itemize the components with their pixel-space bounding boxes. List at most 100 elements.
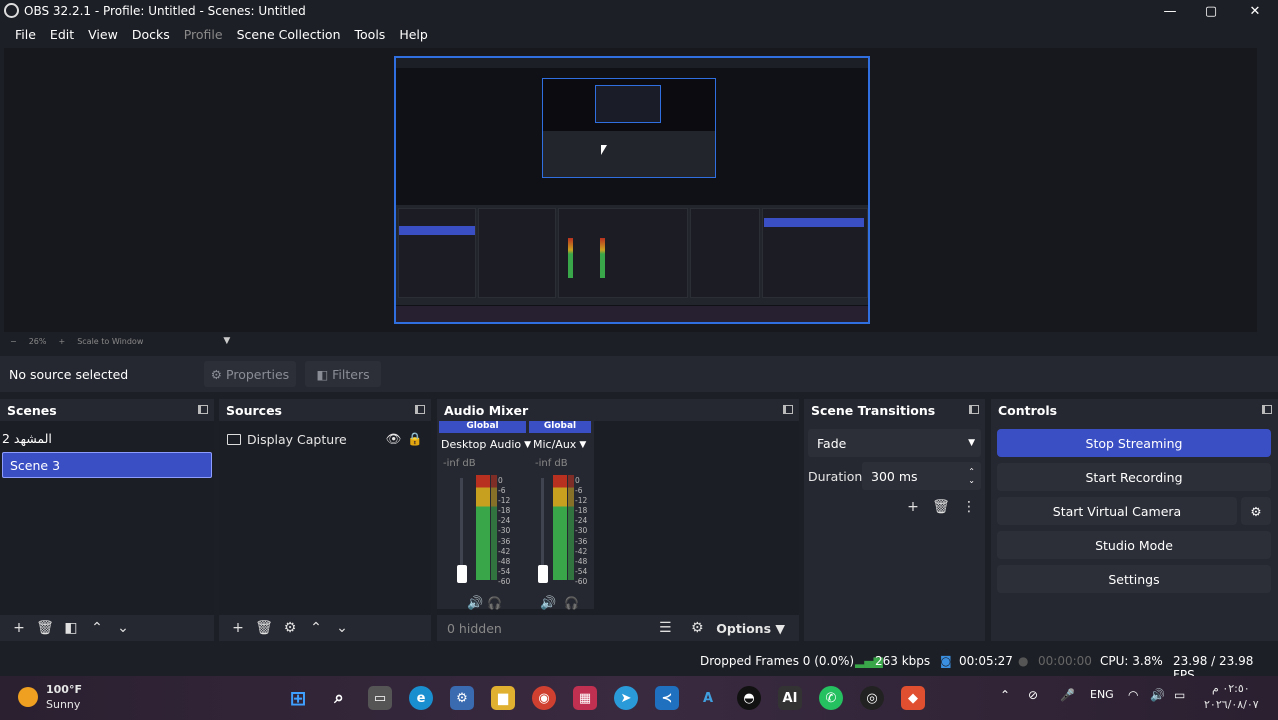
maximize-button[interactable]: ▢: [1191, 0, 1231, 22]
filter-icon[interactable]: ◧: [58, 617, 84, 639]
undock-icon[interactable]: [415, 405, 425, 414]
telegram-icon[interactable]: ➤: [614, 686, 638, 710]
filters-button[interactable]: ◧ Filters: [305, 361, 381, 387]
studio-mode-button[interactable]: Studio Mode: [997, 531, 1271, 559]
add-icon[interactable]: +: [900, 496, 926, 518]
sun-icon: [18, 687, 38, 707]
git-icon[interactable]: ◆: [901, 686, 925, 710]
weather-temp: 100°F: [46, 683, 82, 696]
mic-aux-label[interactable]: Mic/Aux ▼: [533, 438, 586, 451]
zoom-out-button[interactable]: −: [10, 337, 17, 346]
source-item[interactable]: Display Capture 👁 🔒: [227, 429, 423, 449]
undock-icon[interactable]: [969, 405, 979, 414]
clock-time[interactable]: ٠٢:٥٠ م: [1212, 682, 1250, 695]
add-icon[interactable]: +: [225, 617, 251, 639]
arduino-icon[interactable]: A: [696, 686, 720, 710]
store-icon[interactable]: ▦: [573, 686, 597, 710]
zoom-bar: − 26% + Scale to Window ▼: [4, 333, 1257, 349]
source-name: Display Capture: [247, 431, 347, 447]
desktop-audio-label[interactable]: Desktop Audio ▼: [441, 438, 531, 451]
clock-date[interactable]: ٢٠٢٦/٠٨/٠٧: [1204, 698, 1259, 711]
edge-icon[interactable]: e: [409, 686, 433, 710]
scale-dropdown-icon[interactable]: ▼: [223, 336, 230, 346]
language-indicator[interactable]: ENG: [1090, 688, 1114, 701]
whatsapp-icon[interactable]: ✆: [819, 686, 843, 710]
more-vertical-icon[interactable]: ⋮: [956, 496, 982, 518]
dropped-frames: Dropped Frames 0 (0.0%): [700, 654, 855, 668]
desktop-audio-db: -inf dB: [443, 458, 476, 469]
chevron-down-icon[interactable]: ⌄: [329, 617, 355, 639]
speaker-icon[interactable]: 🔊: [467, 596, 483, 611]
headphones-icon[interactable]: 🎧: [564, 596, 579, 610]
add-icon[interactable]: +: [6, 617, 32, 639]
controls-header: Controls: [991, 399, 1278, 421]
menu-tools[interactable]: Tools: [348, 27, 393, 42]
mic-icon[interactable]: 🎤: [1060, 688, 1075, 702]
stop-streaming-button[interactable]: Stop Streaming: [997, 429, 1271, 457]
virtual-camera-settings-button[interactable]: ⚙: [1241, 497, 1271, 525]
menu-scene-collection[interactable]: Scene Collection: [230, 27, 348, 42]
duration-spinbox[interactable]: 300 ms ⌃ ⌄: [862, 462, 981, 490]
speaker-icon[interactable]: 🔊: [540, 596, 556, 611]
ai-app-icon[interactable]: AI: [778, 686, 802, 710]
start-virtual-camera-button[interactable]: Start Virtual Camera: [997, 497, 1237, 525]
undock-icon[interactable]: [783, 405, 793, 414]
menu-docks[interactable]: Docks: [125, 27, 177, 42]
gear-icon: ⚙: [210, 366, 223, 382]
transition-type-select[interactable]: Fade ▼: [808, 429, 981, 457]
settings-button[interactable]: Settings: [997, 565, 1271, 593]
options-button[interactable]: Options ▼: [716, 621, 785, 636]
close-button[interactable]: ✕: [1235, 0, 1275, 22]
trash-icon[interactable]: 🗑: [251, 617, 277, 639]
settings-app-icon[interactable]: ⚙: [450, 686, 474, 710]
undock-icon[interactable]: [198, 405, 208, 414]
list-icon[interactable]: ☰: [652, 617, 678, 639]
vscode-icon[interactable]: ≺: [655, 686, 679, 710]
desktop-audio-meter: [476, 475, 490, 580]
trash-icon[interactable]: 🗑: [32, 617, 58, 639]
mic-aux-fader-track[interactable]: [541, 478, 544, 578]
menu-view[interactable]: View: [81, 27, 125, 42]
minimize-button[interactable]: —: [1150, 0, 1190, 22]
scale-mode[interactable]: Scale to Window: [77, 337, 143, 346]
menu-profile[interactable]: Profile: [177, 27, 230, 42]
chevron-down-icon[interactable]: ⌄: [110, 617, 136, 639]
scene-item[interactable]: المشهد 2: [2, 425, 212, 451]
volume-icon[interactable]: 🔊: [1150, 688, 1165, 702]
obs-taskbar-icon[interactable]: ◎: [860, 686, 884, 710]
menu-edit[interactable]: Edit: [43, 27, 81, 42]
wifi-icon[interactable]: ◠: [1128, 688, 1138, 702]
github-icon[interactable]: ◓: [737, 686, 761, 710]
gear-icon[interactable]: ⚙: [277, 617, 303, 639]
undock-icon[interactable]: [1262, 405, 1272, 414]
scenes-header: Scenes: [0, 399, 214, 421]
headphones-icon[interactable]: 🎧: [487, 596, 502, 610]
scene-item-selected[interactable]: Scene 3: [2, 452, 212, 478]
properties-button[interactable]: ⚙ Properties: [204, 361, 296, 387]
eye-icon[interactable]: 👁: [386, 431, 402, 447]
file-explorer-icon[interactable]: ▆: [491, 686, 515, 710]
scale-tick-label: -54: [498, 566, 511, 576]
chevron-up-icon[interactable]: ⌃: [84, 617, 110, 639]
menu-help[interactable]: Help: [392, 27, 435, 42]
trash-icon[interactable]: 🗑: [928, 496, 954, 518]
zoom-in-button[interactable]: +: [58, 337, 65, 346]
desktop-audio-fader-track[interactable]: [460, 478, 463, 578]
preview-nested-preview: [542, 78, 716, 178]
mic-aux-fader-knob[interactable]: [538, 565, 548, 583]
start-recording-button[interactable]: Start Recording: [997, 463, 1271, 491]
network-off-icon[interactable]: ⊘: [1028, 688, 1038, 702]
chevron-up-icon[interactable]: ⌃: [1000, 688, 1010, 702]
chrome-icon[interactable]: ◉: [532, 686, 556, 710]
lock-icon[interactable]: 🔒: [407, 431, 423, 447]
scale-tick-label: 0: [575, 476, 580, 485]
desktop-audio-fader-knob[interactable]: [457, 565, 467, 583]
search-icon[interactable]: ⌕: [327, 686, 351, 710]
battery-icon[interactable]: ▭: [1174, 688, 1185, 702]
task-view-icon[interactable]: ▭: [368, 686, 392, 710]
chevron-up-icon[interactable]: ⌃: [303, 617, 329, 639]
program-preview[interactable]: [394, 56, 870, 324]
menu-file[interactable]: File: [8, 27, 43, 42]
mixer-settings-icon[interactable]: ⚙: [684, 617, 710, 639]
windows-start-icon[interactable]: ⊞: [286, 686, 310, 710]
